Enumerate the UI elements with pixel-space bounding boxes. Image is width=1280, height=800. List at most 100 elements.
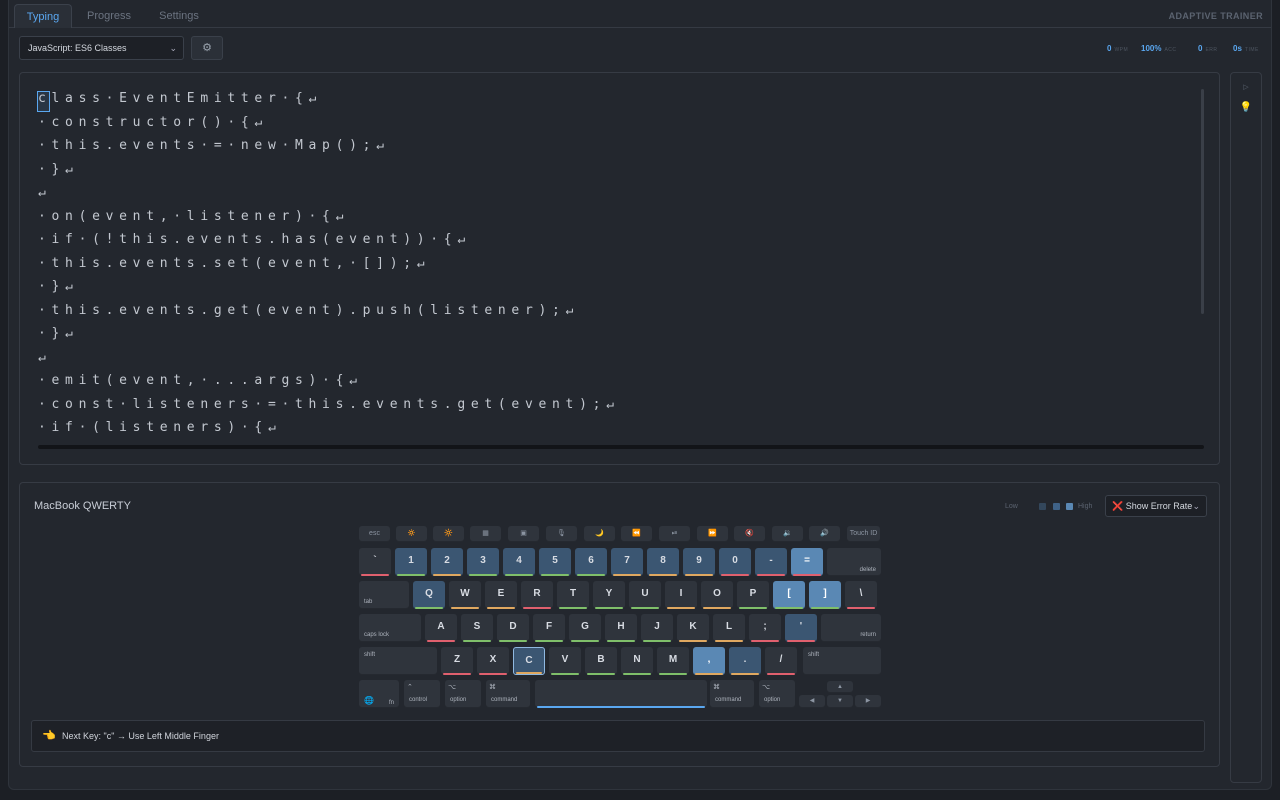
key-i[interactable]: I — [665, 581, 697, 609]
key-z[interactable]: Z — [441, 647, 473, 675]
key-shift-right[interactable]: shift — [803, 647, 881, 675]
key-7[interactable]: 7 — [611, 548, 643, 576]
key-3[interactable]: 3 — [467, 548, 499, 576]
key-0[interactable]: 0 — [719, 548, 751, 576]
key-fn-7[interactable]: ⏪ — [621, 526, 652, 542]
key-comma[interactable]: , — [693, 647, 725, 675]
key-fn-12[interactable]: 🔊 — [809, 526, 840, 542]
key-backtick[interactable]: ` — [359, 548, 391, 576]
key-w[interactable]: W — [449, 581, 481, 609]
key-c-label: C — [525, 655, 533, 666]
key-p-label: P — [749, 588, 757, 599]
key-q[interactable]: Q — [413, 581, 445, 609]
key-1[interactable]: 1 — [395, 548, 427, 576]
lightbulb-icon[interactable]: 💡 — [1231, 102, 1261, 113]
key-l[interactable]: L — [713, 614, 745, 642]
key-delete[interactable]: delete — [827, 548, 881, 576]
key-arrow-left[interactable]: ◀ — [799, 695, 825, 708]
key-f[interactable]: F — [533, 614, 565, 642]
horizontal-scrollbar[interactable] — [38, 445, 1204, 449]
stat-accuracy: 100% ACC — [1141, 44, 1177, 53]
key-touch-id[interactable]: Touch ID — [847, 526, 880, 542]
display-mode-select[interactable]: ❌ Show Error Rate ⌄ — [1105, 495, 1207, 517]
key-quote[interactable]: ' — [785, 614, 817, 642]
key-8[interactable]: 8 — [647, 548, 679, 576]
key-arrow-up[interactable]: ▲ — [827, 681, 853, 693]
key-g[interactable]: G — [569, 614, 601, 642]
key-k[interactable]: K — [677, 614, 709, 642]
key-fn-10[interactable]: 🔇 — [734, 526, 765, 542]
tab-progress[interactable]: Progress — [81, 4, 137, 28]
key-arrow-down[interactable]: ▼ — [827, 695, 853, 708]
key-t[interactable]: T — [557, 581, 589, 609]
key-s[interactable]: S — [461, 614, 493, 642]
key-6[interactable]: 6 — [575, 548, 607, 576]
key-9[interactable]: 9 — [683, 548, 715, 576]
key-c[interactable]: C — [513, 647, 545, 675]
key-fn-1[interactable]: 🔅 — [396, 526, 427, 542]
settings-button[interactable]: ⚙ — [191, 36, 223, 60]
key-o[interactable]: O — [701, 581, 733, 609]
key-d[interactable]: D — [497, 614, 529, 642]
keyboard-title: MacBook QWERTY — [34, 500, 131, 512]
error-rate-bar — [731, 673, 759, 675]
key-n[interactable]: N — [621, 647, 653, 675]
key-minus[interactable]: - — [755, 548, 787, 576]
stat-wpm-label: WPM — [1114, 47, 1129, 53]
key-fn-3[interactable]: ▦ — [470, 526, 501, 542]
tab-settings[interactable]: Settings — [149, 4, 209, 28]
key-v[interactable]: V — [549, 647, 581, 675]
lesson-select[interactable]: JavaScript: ES6 Classes ⌄ — [19, 36, 184, 60]
code-line: ·}↵ — [38, 326, 79, 341]
key-e[interactable]: E — [485, 581, 517, 609]
key-u[interactable]: U — [629, 581, 661, 609]
key-fn-8[interactable]: ⏯ — [659, 526, 690, 542]
code-line: ·this.events.set(event,·[]);↵ — [38, 255, 431, 271]
key-slash[interactable]: / — [765, 647, 797, 675]
key-right-bracket[interactable]: ] — [809, 581, 841, 609]
key-b[interactable]: B — [585, 647, 617, 675]
key-period[interactable]: . — [729, 647, 761, 675]
key-shift-left[interactable]: shift — [359, 647, 437, 675]
key-space[interactable] — [535, 680, 707, 708]
key-equals[interactable]: = — [791, 548, 823, 576]
key-caps-lock[interactable]: caps lock — [359, 614, 421, 642]
key-j[interactable]: J — [641, 614, 673, 642]
key-4[interactable]: 4 — [503, 548, 535, 576]
key-caps-lock-label: caps lock — [364, 632, 390, 638]
key-arrow-right[interactable]: ▶ — [855, 695, 881, 708]
key-x[interactable]: X — [477, 647, 509, 675]
key-r[interactable]: R — [521, 581, 553, 609]
key-fn-6[interactable]: 🌙 — [584, 526, 615, 542]
key-a-label: A — [437, 621, 445, 632]
key-5[interactable]: 5 — [539, 548, 571, 576]
key-2[interactable]: 2 — [431, 548, 463, 576]
key-fn-5[interactable]: 🎙 — [546, 526, 577, 542]
key-left-bracket[interactable]: [ — [773, 581, 805, 609]
tab-typing[interactable]: Typing — [14, 4, 72, 28]
toolbar: JavaScript: ES6 Classes ⌄ ⚙ 0 WPM 100% ACC… — [9, 28, 1271, 68]
key-y[interactable]: Y — [593, 581, 625, 609]
key-a[interactable]: A — [425, 614, 457, 642]
code-editor[interactable]: class·EventEmitter·{↵ ·constructor()·{↵ ·t… — [19, 72, 1220, 465]
code-line: ·if·(listeners)·{↵ — [38, 420, 282, 435]
key-m[interactable]: M — [657, 647, 689, 675]
key-h[interactable]: H — [605, 614, 637, 642]
key-fn-11[interactable]: 🔉 — [772, 526, 803, 542]
key-p[interactable]: P — [737, 581, 769, 609]
key-arrow-up-label: ▲ — [837, 684, 843, 690]
key-tab[interactable]: tab — [359, 581, 409, 609]
key-backtick-label: ` — [373, 555, 377, 566]
key-1-label: 1 — [408, 555, 414, 566]
key-fn-2[interactable]: 🔆 — [433, 526, 464, 542]
key-return[interactable]: return — [821, 614, 881, 642]
play-icon[interactable]: ▷ — [1231, 83, 1261, 91]
key-esc[interactable]: esc — [359, 526, 390, 542]
key-semicolon[interactable]: ; — [749, 614, 781, 642]
vertical-scrollbar[interactable] — [1201, 89, 1204, 314]
key-fn-9[interactable]: ⏩ — [697, 526, 728, 542]
legend-swatch-low — [1039, 503, 1046, 510]
key-s-label: S — [473, 621, 481, 632]
key-backslash[interactable]: \ — [845, 581, 877, 609]
key-fn-4[interactable]: ▣ — [508, 526, 539, 542]
